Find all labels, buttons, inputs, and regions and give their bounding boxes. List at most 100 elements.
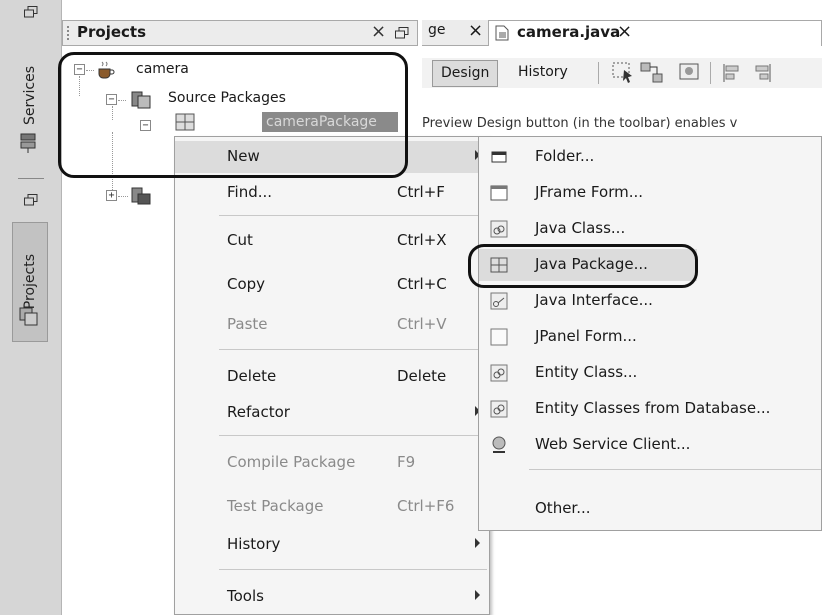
submenu-item-entity-class[interactable]: Entity Class... [479,357,822,389]
source-packages-icon [131,91,151,109]
menu-item-paste[interactable]: Paste Ctrl+V [175,309,489,341]
submenu-arrow-icon [475,590,480,600]
tree-node-source-packages[interactable]: Source Packages [168,90,286,106]
submenu-item-java-interface[interactable]: Java Interface... [479,285,822,317]
menu-item-test-package[interactable]: Test Package Ctrl+F6 [175,491,489,523]
submenu-item-jpanel-form[interactable]: JPanel Form... [479,321,822,353]
collapse-expander-icon[interactable]: − [74,64,85,75]
tab-projects-label: Projects [22,254,38,310]
submenu-item-label: Entity Class... [535,363,638,381]
menu-item-label: Compile Package [227,453,356,471]
close-icon[interactable]: × [371,21,386,42]
menu-item-compile-package[interactable]: Compile Package F9 [175,447,489,479]
tree-node-selected-package[interactable]: cameraPackage [262,112,398,132]
java-interface-icon [490,292,508,310]
projects-title: Projects [77,23,147,41]
restore-window-icon[interactable] [24,6,38,18]
drag-grip-icon[interactable] [67,26,70,40]
submenu-item-label: Other... [535,499,591,517]
java-package-icon [490,257,508,273]
projects-header: Projects × [62,20,418,46]
jframe-form-icon [490,185,508,201]
menu-item-cut[interactable]: Cut Ctrl+X [175,225,489,257]
collapse-expander-icon[interactable]: − [106,94,117,105]
tab-previous[interactable]: ge [428,22,446,38]
menu-item-label: New [227,147,260,165]
collapse-expander-icon[interactable]: − [140,120,151,131]
history-button[interactable]: History [518,64,568,80]
submenu-item-other[interactable]: Other... [479,493,822,525]
context-menu: New Find... Ctrl+F Cut Ctrl+X Copy Ctrl+… [174,136,490,615]
tree-connector [112,106,113,120]
menu-item-label: History [227,535,281,553]
submenu-item-java-package[interactable]: Java Package... [479,249,822,281]
editor-toolbar: Design History [422,58,822,88]
menu-item-delete[interactable]: Delete Delete [175,361,489,393]
submenu-item-entity-classes-db[interactable]: Entity Classes from Database... [479,393,822,425]
menu-item-find[interactable]: Find... Ctrl+F [175,177,489,209]
tab-active-label: camera.java [517,23,621,41]
submenu-item-label: Java Class... [535,219,626,237]
tree-connector [118,100,126,101]
close-icon[interactable]: × [468,20,483,41]
preview-design-icon[interactable] [678,62,702,84]
entity-classes-db-icon [490,400,508,418]
entity-class-icon [490,364,508,382]
menu-item-label: Tools [227,587,264,605]
align-right-icon[interactable] [748,62,772,84]
align-left-icon[interactable] [722,62,746,84]
selection-mode-icon[interactable] [612,62,636,84]
menu-separator [219,435,487,436]
java-file-icon [495,25,509,41]
restore-window-icon[interactable] [395,27,409,39]
side-strip: Services Projects [0,0,62,615]
menu-item-copy[interactable]: Copy Ctrl+C [175,269,489,301]
submenu-item-label: Java Interface... [535,291,653,309]
menu-separator [219,215,487,216]
menu-item-label: Find... [227,183,273,201]
menu-item-history[interactable]: History [175,529,489,561]
tree-connector [112,132,113,192]
menu-item-refactor[interactable]: Refactor [175,397,489,429]
menu-item-shortcut: Ctrl+F6 [397,497,455,515]
menu-item-label: Test Package [227,497,324,515]
design-button[interactable]: Design [432,60,499,87]
tab-camera-java[interactable]: camera.java × [488,20,822,46]
submenu-item-label: JPanel Form... [535,327,637,345]
menu-item-shortcut: Ctrl+X [397,231,447,249]
submenu-item-jframe-form[interactable]: JFrame Form... [479,177,822,209]
menu-item-shortcut: Ctrl+F [397,183,445,201]
submenu-item-label: JFrame Form... [535,183,644,201]
menu-separator [219,569,487,570]
new-submenu: Folder... JFrame Form... Java Class... J… [478,136,822,531]
close-icon[interactable]: × [617,21,632,42]
menu-item-shortcut: Ctrl+C [397,275,447,293]
restore-window-icon[interactable] [24,194,38,206]
submenu-item-folder[interactable]: Folder... [479,141,822,173]
menu-item-label: Paste [227,315,268,333]
tree-connector [118,196,128,197]
submenu-item-label: Java Package... [535,255,648,273]
menu-item-label: Refactor [227,403,290,421]
connection-mode-icon[interactable] [640,62,664,84]
jpanel-form-icon [490,328,508,346]
web-service-client-icon [492,436,506,453]
tab-services-label: Services [22,66,38,126]
submenu-item-web-service-client[interactable]: Web Service Client... [479,429,822,461]
submenu-item-java-class[interactable]: Java Class... [479,213,822,245]
menu-item-new[interactable]: New [175,141,489,173]
tree-connector [79,76,80,96]
menu-item-shortcut: F9 [397,453,416,471]
submenu-item-label: Web Service Client... [535,435,691,453]
expand-expander-icon[interactable]: + [106,190,117,201]
menu-separator [529,469,821,470]
tree-node-camera[interactable]: camera [136,61,189,77]
package-icon [175,113,195,131]
menu-item-shortcut: Ctrl+V [397,315,447,333]
menu-item-tools[interactable]: Tools [175,581,489,613]
toolbar-separator [710,62,711,84]
strip-divider [18,178,44,179]
toolbar-separator [598,62,599,84]
menu-item-shortcut: Delete [397,367,447,385]
editor-hint-text: Preview Design button (in the toolbar) e… [422,116,738,131]
